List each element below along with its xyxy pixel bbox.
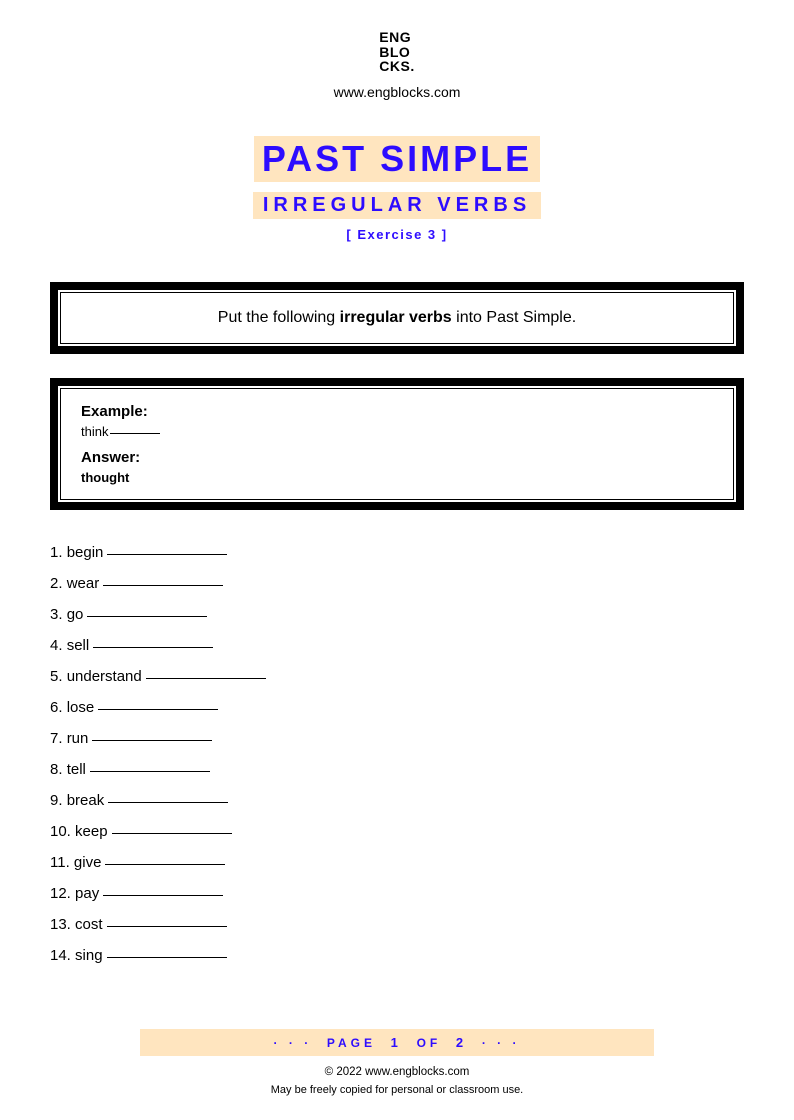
question-word: sing xyxy=(75,947,103,964)
question-number: 10. xyxy=(50,823,75,840)
pager-current: 1 xyxy=(391,1035,402,1050)
question-word: pay xyxy=(75,885,99,902)
question-number: 1. xyxy=(50,544,67,561)
question-row: 12. pay xyxy=(50,885,744,902)
question-word: begin xyxy=(67,544,104,561)
footer: · · · PAGE 1 OF 2 · · · © 2022 www.engbl… xyxy=(50,1029,744,1096)
question-number: 14. xyxy=(50,947,75,964)
question-word: wear xyxy=(67,575,100,592)
answer-blank[interactable] xyxy=(107,957,227,958)
instruction-box: Put the following irregular verbs into P… xyxy=(50,282,744,354)
header: ENG BLO CKS. www.engblocks.com xyxy=(50,30,744,100)
license: May be freely copied for personal or cla… xyxy=(50,1084,744,1096)
example-word: think xyxy=(81,424,108,439)
pager-dots-left: · · · xyxy=(274,1036,313,1050)
answer-blank[interactable] xyxy=(108,802,228,803)
question-word: cost xyxy=(75,916,103,933)
answer-blank[interactable] xyxy=(92,740,212,741)
instruction-bold: irregular verbs xyxy=(340,309,452,326)
question-word: go xyxy=(67,606,84,623)
question-row: 8. tell xyxy=(50,761,744,778)
answer-blank[interactable] xyxy=(90,771,210,772)
question-row: 2. wear xyxy=(50,575,744,592)
question-word: understand xyxy=(67,668,142,685)
questions-list: 1. begin2. wear3. go4. sell5. understand… xyxy=(50,544,744,964)
question-row: 4. sell xyxy=(50,637,744,654)
question-row: 5. understand xyxy=(50,668,744,685)
example-box: Example: think Answer: thought xyxy=(50,378,744,510)
question-number: 5. xyxy=(50,668,67,685)
question-number: 9. xyxy=(50,792,67,809)
question-row: 1. begin xyxy=(50,544,744,561)
logo-line-3-text: CKS xyxy=(379,58,410,74)
answer-value: thought xyxy=(81,470,713,485)
logo-dot: . xyxy=(410,58,414,74)
question-row: 9. break xyxy=(50,792,744,809)
logo-line-1: ENG xyxy=(379,30,414,45)
example-line: think xyxy=(81,424,713,439)
question-number: 2. xyxy=(50,575,67,592)
title-sub: IRREGULAR VERBS xyxy=(253,192,541,219)
answer-blank[interactable] xyxy=(112,833,232,834)
instruction-text: Put the following irregular verbs into P… xyxy=(60,292,734,344)
question-number: 13. xyxy=(50,916,75,933)
example-inner: Example: think Answer: thought xyxy=(60,388,734,500)
answer-blank[interactable] xyxy=(103,585,223,586)
pager-word-of: OF xyxy=(417,1036,442,1050)
answer-label: Answer: xyxy=(81,449,713,466)
pager: · · · PAGE 1 OF 2 · · · xyxy=(140,1029,654,1056)
copyright: © 2022 www.engblocks.com xyxy=(50,1066,744,1078)
question-word: keep xyxy=(75,823,108,840)
question-word: lose xyxy=(67,699,95,716)
logo-line-3: CKS. xyxy=(379,59,414,74)
question-word: tell xyxy=(67,761,86,778)
question-number: 8. xyxy=(50,761,67,778)
instruction-suffix: into Past Simple. xyxy=(452,309,577,326)
answer-blank[interactable] xyxy=(107,926,227,927)
question-number: 11. xyxy=(50,854,74,871)
answer-blank[interactable] xyxy=(103,895,223,896)
answer-blank[interactable] xyxy=(93,647,213,648)
question-number: 12. xyxy=(50,885,75,902)
question-row: 11. give xyxy=(50,854,744,871)
logo: ENG BLO CKS. xyxy=(379,30,414,74)
title-block: PAST SIMPLE IRREGULAR VERBS [ Exercise 3… xyxy=(50,136,744,242)
answer-blank[interactable] xyxy=(105,864,225,865)
instruction-prefix: Put the following xyxy=(218,309,340,326)
pager-word-page: PAGE xyxy=(327,1036,376,1050)
answer-blank[interactable] xyxy=(107,554,227,555)
example-blank[interactable] xyxy=(110,433,160,434)
question-row: 14. sing xyxy=(50,947,744,964)
answer-blank[interactable] xyxy=(87,616,207,617)
question-word: give xyxy=(74,854,102,871)
question-number: 3. xyxy=(50,606,67,623)
question-row: 3. go xyxy=(50,606,744,623)
pager-total: 2 xyxy=(456,1035,467,1050)
question-number: 4. xyxy=(50,637,67,654)
title-main: PAST SIMPLE xyxy=(254,136,540,182)
question-word: sell xyxy=(67,637,90,654)
question-row: 10. keep xyxy=(50,823,744,840)
website-url: www.engblocks.com xyxy=(50,84,744,100)
question-number: 6. xyxy=(50,699,67,716)
question-number: 7. xyxy=(50,730,67,747)
question-word: break xyxy=(67,792,105,809)
pager-dots-right: · · · xyxy=(482,1036,521,1050)
example-label: Example: xyxy=(81,403,713,420)
question-row: 7. run xyxy=(50,730,744,747)
answer-blank[interactable] xyxy=(146,678,266,679)
logo-line-2: BLO xyxy=(379,45,414,60)
exercise-label: [ Exercise 3 ] xyxy=(50,227,744,242)
answer-blank[interactable] xyxy=(98,709,218,710)
question-word: run xyxy=(67,730,89,747)
question-row: 13. cost xyxy=(50,916,744,933)
question-row: 6. lose xyxy=(50,699,744,716)
